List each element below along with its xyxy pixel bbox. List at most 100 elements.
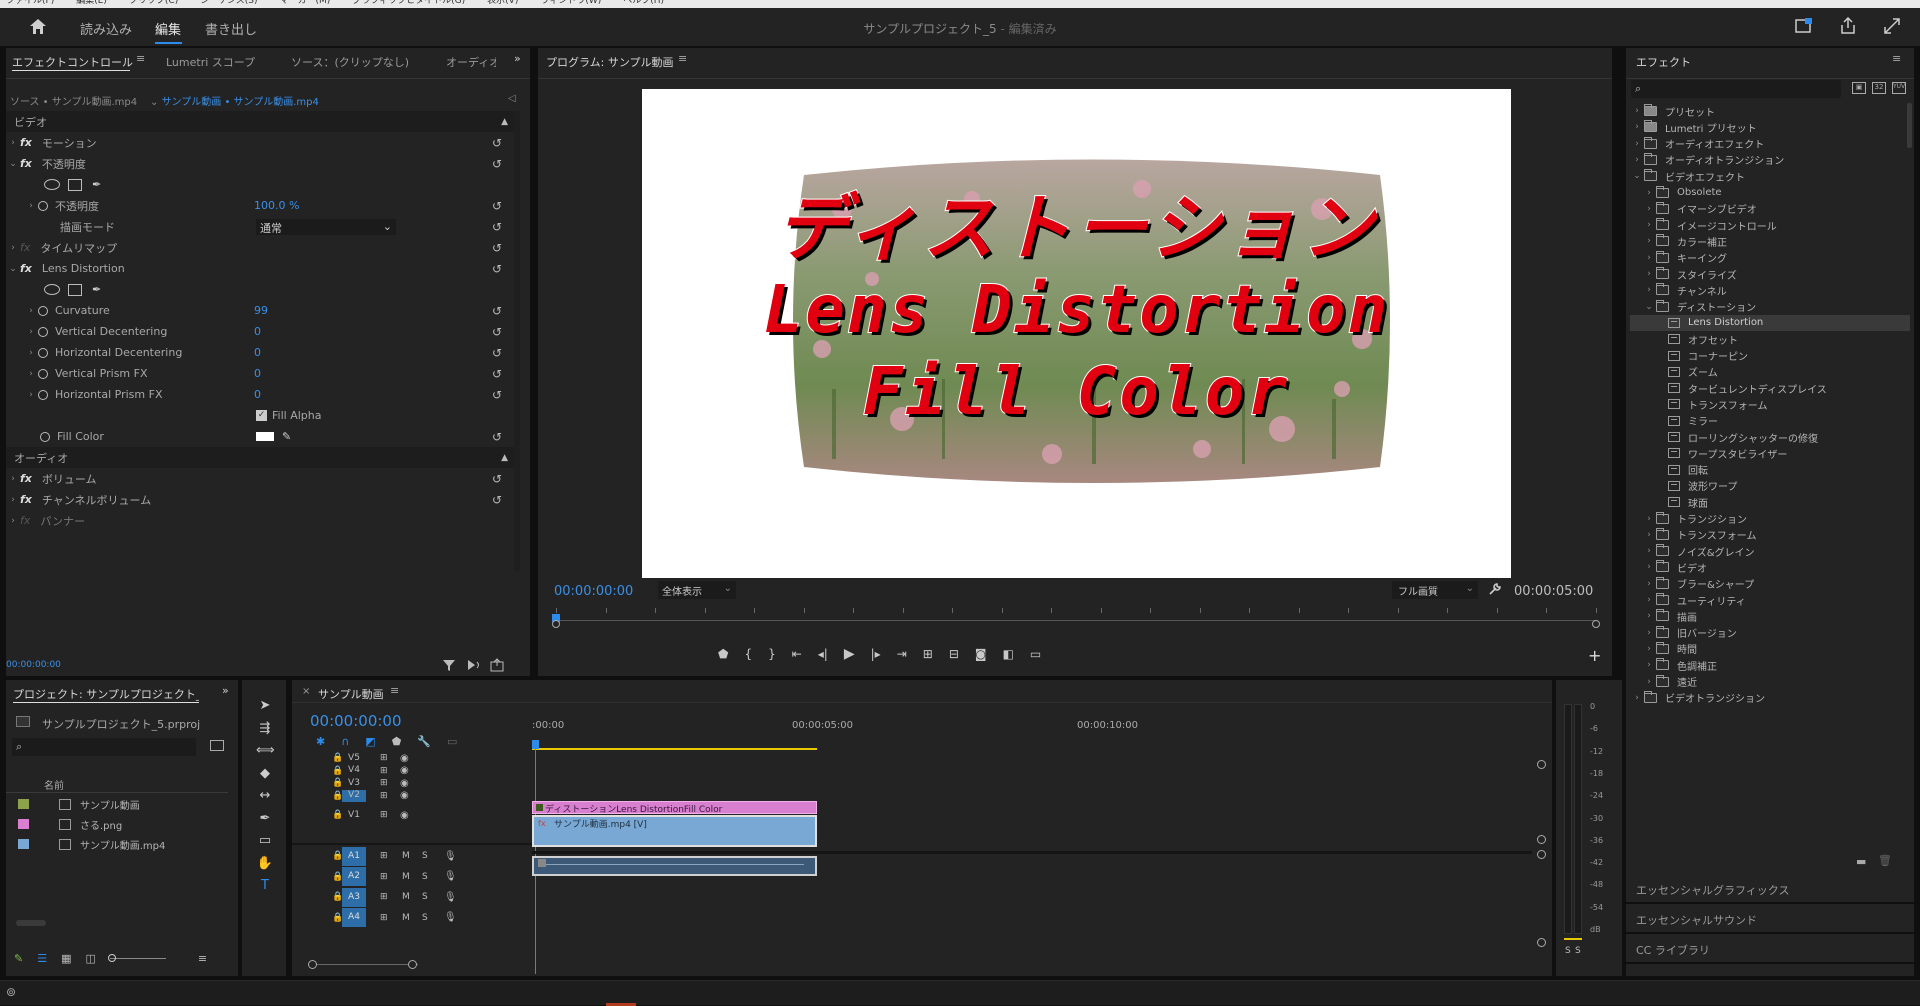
- effects-tree-item[interactable]: › ビデオトランジション: [1630, 690, 1910, 706]
- export-frame-icon[interactable]: [490, 658, 504, 672]
- mute-button[interactable]: M: [402, 872, 410, 882]
- ec-scrollbar[interactable]: [514, 111, 520, 571]
- solo-button[interactable]: S: [422, 913, 428, 923]
- sort-icon[interactable]: ≡: [198, 952, 207, 965]
- sync-lock-icon[interactable]: ⊞: [380, 791, 388, 801]
- effects-tree-item[interactable]: トランスフォーム: [1630, 396, 1910, 412]
- rectangle-tool-icon[interactable]: ▭: [256, 833, 274, 848]
- audio-track-header[interactable]: 🔒 A3 ⊞ M S 🎙: [292, 887, 528, 907]
- pen-mask-icon[interactable]: ✒: [92, 178, 101, 191]
- rectangle-mask-icon[interactable]: [68, 283, 82, 296]
- effects-tree-item[interactable]: タービュレントディスプレイス: [1630, 380, 1910, 396]
- param-blend-mode[interactable]: 描画モード 通常 ⌄ ↺: [6, 216, 514, 237]
- chevron-right-icon[interactable]: ›: [1630, 139, 1644, 149]
- accelerated-effects-icon[interactable]: ▣: [1852, 82, 1866, 94]
- audio-track-header[interactable]: 🔒 A1 ⊞ M S 🎙: [292, 846, 528, 866]
- chevron-right-icon[interactable]: ›: [1630, 106, 1644, 116]
- effects-tree-item[interactable]: › 旧バージョン: [1630, 625, 1910, 641]
- param-horizontal-prism-fx[interactable]: › Horizontal Prism FX 0 ↺: [6, 384, 514, 405]
- effects-tree-item[interactable]: › ブラー&シャープ: [1630, 576, 1910, 592]
- chevron-right-icon[interactable]: ›: [1642, 546, 1656, 556]
- reset-parameter-icon[interactable]: ↺: [492, 388, 502, 402]
- chevron-down-icon[interactable]: ⌄: [1642, 302, 1656, 312]
- video-track-header[interactable]: 🔒 V5 ⊞ ◉: [292, 752, 528, 765]
- section-audio[interactable]: オーディオ ▲: [6, 447, 514, 468]
- fullscreen-icon[interactable]: [1884, 18, 1900, 34]
- project-scrollbar[interactable]: [16, 920, 46, 926]
- label-color-swatch[interactable]: [18, 819, 29, 829]
- chevron-right-icon[interactable]: ›: [1642, 579, 1656, 589]
- track-target[interactable]: V2: [342, 790, 366, 802]
- solo-right-button[interactable]: S: [1575, 946, 1581, 956]
- reset-parameter-icon[interactable]: ↺: [492, 220, 502, 234]
- cc-sync-icon[interactable]: ⊚: [6, 985, 16, 999]
- reset-parameter-icon[interactable]: ↺: [492, 430, 502, 444]
- panel-overflow-icon[interactable]: »: [222, 684, 229, 697]
- chevron-right-icon[interactable]: ›: [1630, 155, 1644, 165]
- effects-tree-item[interactable]: › 色調補正: [1630, 657, 1910, 673]
- solo-button[interactable]: S: [422, 851, 428, 861]
- program-timecode[interactable]: 00:00:00:00: [554, 584, 633, 599]
- chevron-right-icon[interactable]: ›: [1642, 514, 1656, 524]
- reset-parameter-icon[interactable]: ↺: [492, 367, 502, 381]
- nest-icon[interactable]: ✱: [316, 735, 325, 748]
- video-track-header[interactable]: 🔒 V2 ⊞ ◉: [292, 790, 528, 803]
- effects-tree-item[interactable]: › キーイング: [1630, 250, 1910, 266]
- filter-icon[interactable]: [442, 658, 456, 672]
- effects-tree-item[interactable]: 回転: [1630, 462, 1910, 478]
- eye-icon[interactable]: ◉: [400, 778, 409, 789]
- stopwatch-icon[interactable]: [38, 200, 48, 211]
- linked-selection-icon[interactable]: ◩: [365, 735, 375, 748]
- eye-icon[interactable]: ◉: [400, 790, 409, 801]
- ellipse-mask-icon[interactable]: [44, 284, 60, 295]
- param-fill-alpha[interactable]: ✓ Fill Alpha: [6, 405, 514, 426]
- project-item[interactable]: サンプル動画.mp4: [6, 834, 228, 854]
- chevron-right-icon[interactable]: ›: [1642, 236, 1656, 246]
- solo-button[interactable]: S: [422, 872, 428, 882]
- track-target[interactable]: V4: [342, 765, 366, 777]
- sync-lock-icon[interactable]: ⊞: [380, 892, 388, 902]
- play-audio-icon[interactable]: [466, 658, 480, 672]
- microphone-icon[interactable]: 🎙: [444, 851, 457, 862]
- eyedropper-icon[interactable]: ✎: [282, 430, 291, 443]
- effect-panner[interactable]: › fx パンナー: [6, 510, 514, 531]
- eye-icon[interactable]: ◉: [400, 810, 409, 821]
- menu-item[interactable]: マーカー(M): [280, 0, 331, 6]
- column-header-name[interactable]: 名前: [44, 777, 64, 792]
- effects-tree-item[interactable]: › オーディオトランジション: [1630, 152, 1910, 168]
- effects-tree-item[interactable]: 波形ワープ: [1630, 478, 1910, 494]
- quick-export-icon[interactable]: [1795, 18, 1813, 34]
- param-horizontal-decentering[interactable]: › Horizontal Decentering 0 ↺: [6, 342, 514, 363]
- ripple-edit-tool-icon[interactable]: ⟺: [256, 743, 275, 758]
- reset-parameter-icon[interactable]: ↺: [492, 472, 502, 486]
- fx-badge-icon[interactable]: fx: [20, 157, 32, 170]
- fx-badge-icon[interactable]: fx: [20, 493, 32, 506]
- sync-lock-icon[interactable]: ⊞: [380, 872, 388, 882]
- essential-sound-panel[interactable]: エッセンシャルサウンド: [1626, 904, 1914, 932]
- mute-button[interactable]: M: [402, 851, 410, 861]
- menu-item[interactable]: ウィンドウ(W): [540, 0, 601, 6]
- reset-parameter-icon[interactable]: ↺: [492, 346, 502, 360]
- chevron-right-icon[interactable]: ›: [1630, 122, 1644, 132]
- effect-opacity[interactable]: ⌄ fx 不透明度 ↺: [6, 153, 514, 174]
- write-protect-icon[interactable]: ✎: [14, 952, 23, 965]
- zoom-slider[interactable]: [107, 953, 166, 962]
- effects-tree-item[interactable]: › ノイズ&グレイン: [1630, 543, 1910, 559]
- track-target[interactable]: V5: [342, 753, 366, 765]
- fx-badge-icon[interactable]: fx: [20, 136, 32, 149]
- param-curvature[interactable]: › Curvature 99 ↺: [6, 300, 514, 321]
- tab-audio-mixer[interactable]: オーディオ: [446, 54, 496, 70]
- effects-tree-item[interactable]: › Lumetri プリセット: [1630, 119, 1910, 135]
- lens-masks[interactable]: ✒: [6, 279, 514, 300]
- chevron-right-icon[interactable]: ›: [1642, 595, 1656, 605]
- export-frame-icon[interactable]: ◙: [975, 647, 987, 661]
- razor-tool-icon[interactable]: ◆: [256, 766, 274, 781]
- add-marker-icon[interactable]: ⬟: [718, 647, 728, 661]
- stopwatch-icon[interactable]: [38, 305, 48, 316]
- fill-alpha-checkbox[interactable]: ✓: [256, 410, 267, 421]
- microphone-icon[interactable]: 🎙: [444, 912, 457, 923]
- chevron-right-icon[interactable]: ›: [1630, 693, 1644, 703]
- param-fill-color[interactable]: Fill Color ✎ ↺: [6, 426, 514, 447]
- effects-tree-item[interactable]: › ユーティリティ: [1630, 592, 1910, 608]
- project-item[interactable]: さる.png: [6, 814, 228, 834]
